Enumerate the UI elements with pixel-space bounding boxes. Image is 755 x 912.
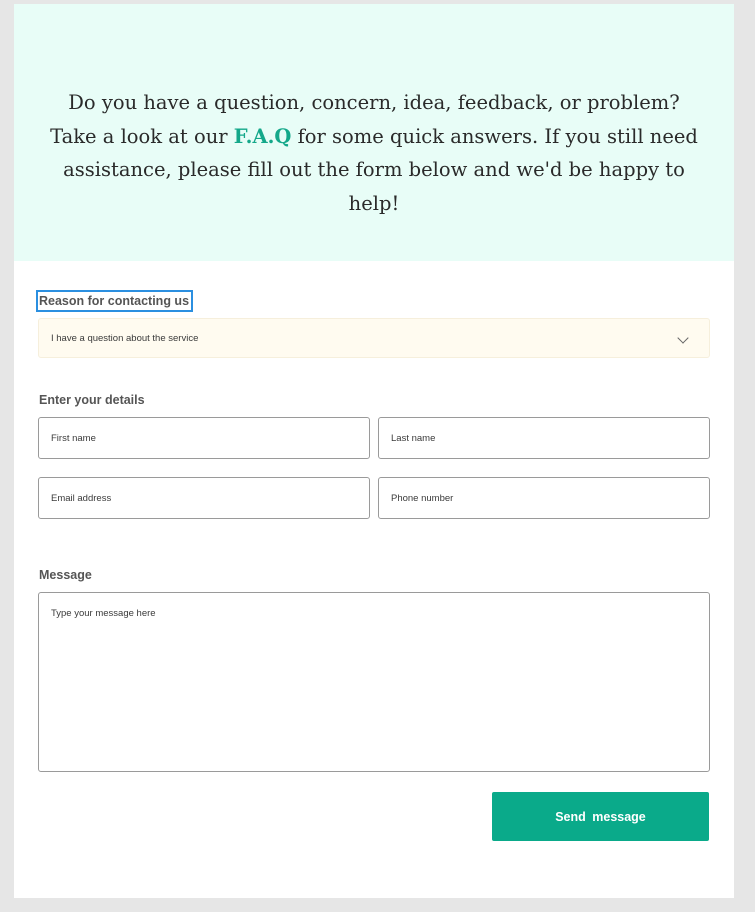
hero-banner: Do you have a question, concern, idea, f… xyxy=(14,4,734,261)
email-field[interactable]: Email address xyxy=(38,477,370,519)
last-name-placeholder: Last name xyxy=(391,433,436,444)
message-label: Message xyxy=(39,568,92,582)
hero-intro-text: Do you have a question, concern, idea, f… xyxy=(44,86,704,220)
phone-field[interactable]: Phone number xyxy=(378,477,710,519)
contact-form-card: Do you have a question, concern, idea, f… xyxy=(14,4,734,898)
send-message-button[interactable]: Send message xyxy=(492,792,709,841)
reason-label: Reason for contacting us xyxy=(35,290,194,312)
phone-placeholder: Phone number xyxy=(391,493,454,504)
message-textarea[interactable]: Type your message here xyxy=(38,592,710,772)
message-placeholder: Type your message here xyxy=(51,608,156,619)
last-name-field[interactable]: Last name xyxy=(378,417,710,459)
reason-selected-value: I have a question about the service xyxy=(51,333,199,344)
first-name-field[interactable]: First name xyxy=(38,417,370,459)
email-placeholder: Email address xyxy=(51,493,112,504)
details-label: Enter your details xyxy=(39,393,145,407)
faq-link[interactable]: F.A.Q xyxy=(234,125,292,148)
first-name-placeholder: First name xyxy=(51,433,96,444)
reason-select[interactable]: I have a question about the service xyxy=(38,318,710,358)
chevron-down-icon xyxy=(677,332,689,344)
